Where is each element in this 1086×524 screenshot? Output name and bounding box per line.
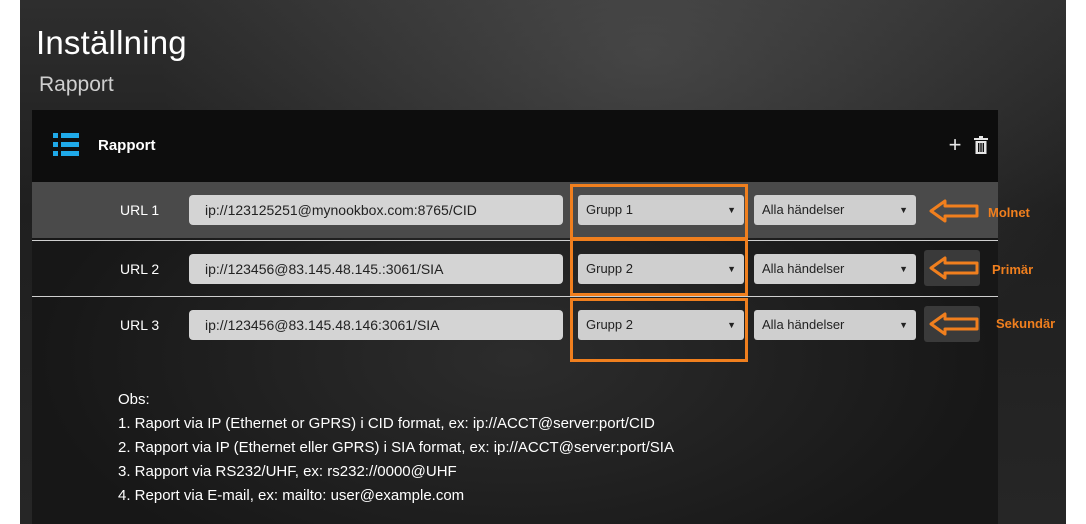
arrow-left-icon [929, 256, 979, 280]
report-panel: Rapport + URL 1 Grupp 1 ▼ Alla händelser… [32, 110, 998, 524]
events-select-value: Alla händelser [762, 317, 845, 332]
annotation-highlight-box [570, 238, 748, 296]
settings-page: Inställning Rapport Rapport + URL 1 ip:/… [20, 0, 1066, 524]
notes: Obs: 1. Raport via IP (Ethernet or GPRS)… [118, 388, 674, 508]
annotation-label-primar: Primär [992, 262, 1034, 277]
url-input[interactable] [189, 254, 563, 284]
note-line: 1. Raport via IP (Ethernet or GPRS) i CI… [118, 415, 655, 432]
url-input[interactable] [189, 195, 563, 225]
caret-down-icon: ▼ [899, 205, 908, 215]
url-label: URL 3 [120, 317, 160, 333]
events-select-value: Alla händelser [762, 261, 845, 276]
panel-header: Rapport + [32, 110, 998, 182]
url-input[interactable] [189, 310, 563, 340]
trash-icon[interactable] [974, 136, 988, 154]
annotation-label-molnet: Molnet [988, 205, 1030, 220]
note-line: 4. Report via E-mail, ex: mailto: user@e… [118, 487, 465, 504]
annotation-highlight-box [570, 184, 748, 240]
note-line: 3. Rapport via RS232/UHF, ex: rs232://00… [118, 463, 457, 480]
add-url-button[interactable]: + [946, 134, 964, 156]
events-select-value: Alla händelser [762, 202, 845, 217]
annotation-label-sekundar: Sekundär [996, 316, 1056, 331]
url-row-2: URL 2 Grupp 2 ▼ Alla händelser ▼ [32, 240, 998, 297]
notes-heading: Obs: [118, 391, 150, 408]
caret-down-icon: ▼ [899, 264, 908, 274]
page-subtitle: Rapport [39, 73, 114, 96]
list-icon [53, 133, 79, 156]
url-row-1: URL 1 Grupp 1 ▼ Alla händelser ▼ [32, 182, 998, 238]
page-title: Inställning [36, 24, 187, 61]
events-select[interactable]: Alla händelser ▼ [754, 254, 916, 284]
annotation-highlight-box [570, 298, 748, 362]
url-label: URL 1 [120, 202, 160, 218]
arrow-left-icon [929, 199, 979, 223]
arrow-left-icon [929, 312, 979, 336]
url-row-3: URL 3 Grupp 2 ▼ Alla händelser ▼ [32, 296, 998, 355]
caret-down-icon: ▼ [899, 320, 908, 330]
events-select[interactable]: Alla händelser ▼ [754, 310, 916, 340]
url-label: URL 2 [120, 261, 160, 277]
note-line: 2. Rapport via IP (Ethernet eller GPRS) … [118, 439, 674, 456]
events-select[interactable]: Alla händelser ▼ [754, 195, 916, 225]
panel-title: Rapport [98, 137, 156, 154]
